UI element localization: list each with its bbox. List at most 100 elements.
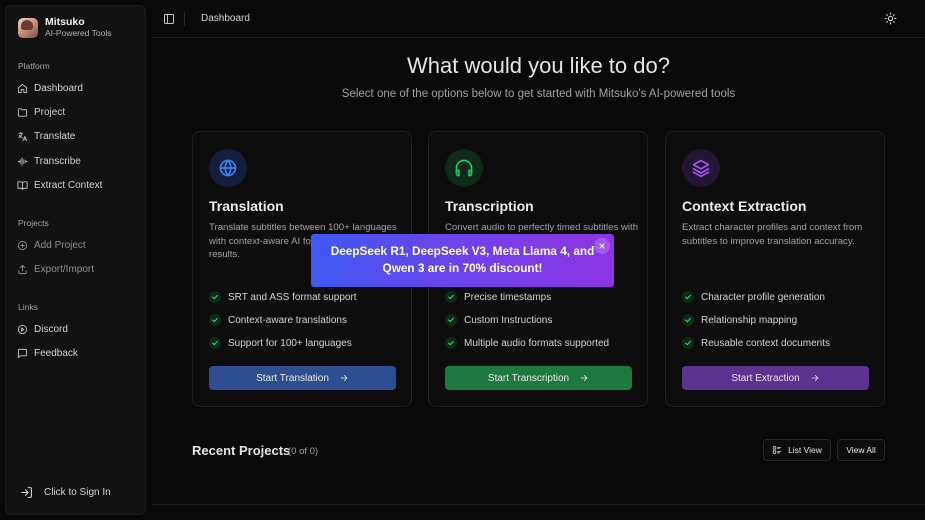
page-subtitle: Select one of the options below to get s… — [341, 88, 736, 100]
folder-icon — [17, 107, 28, 117]
sidebar-item-extract-context[interactable]: Extract Context — [17, 177, 102, 193]
promo-message: DeepSeek R1, DeepSeek V3, Meta Llama 4, … — [330, 244, 595, 275]
sidebar-item-label: Add Project — [34, 239, 86, 251]
feature-label: Relationship mapping — [701, 314, 798, 326]
card-icon-wrap — [445, 149, 483, 187]
brand-tagline: AI-Powered Tools — [45, 28, 112, 38]
button-label: Start Transcription — [487, 372, 570, 384]
section-label-projects: Projects — [18, 218, 49, 228]
check-icon — [209, 337, 221, 349]
feature-item: Reusable context documents — [682, 337, 830, 349]
button-label: Start Translation — [256, 372, 329, 384]
card-title: Transcription — [445, 198, 534, 214]
sidebar-item-label: Dashboard — [34, 82, 83, 94]
section-label-links: Links — [18, 302, 38, 312]
feature-item: SRT and ASS format support — [209, 291, 357, 303]
section-label-platform: Platform — [18, 61, 50, 71]
sidebar-item-feedback[interactable]: Feedback — [17, 345, 78, 361]
start-extraction-button[interactable]: Start Extraction — [682, 366, 869, 390]
check-icon — [445, 314, 457, 326]
sidebar-item-export-import[interactable]: Export/Import — [17, 261, 94, 277]
feature-item: Custom Instructions — [445, 314, 552, 326]
plus-circle-icon — [17, 240, 28, 250]
promo-banner: DeepSeek R1, DeepSeek V3, Meta Llama 4, … — [311, 234, 614, 287]
breadcrumb: Dashboard — [201, 13, 250, 24]
view-all-label: View All — [846, 445, 876, 455]
feature-label: SRT and ASS format support — [228, 291, 357, 303]
start-translation-button[interactable]: Start Translation — [209, 366, 396, 390]
globe-icon — [219, 159, 237, 177]
sidebar-item-add-project[interactable]: Add Project — [17, 237, 86, 253]
sign-in-label: Click to Sign In — [44, 487, 111, 498]
check-icon — [209, 291, 221, 303]
discord-icon — [17, 324, 28, 334]
list-view-label: List View — [788, 445, 822, 455]
sidebar-item-label: Transcribe — [34, 155, 81, 167]
book-open-icon — [17, 180, 28, 190]
arrow-right-icon — [580, 375, 588, 381]
feature-item: Context-aware translations — [209, 314, 347, 326]
feature-item: Multiple audio formats supported — [445, 337, 609, 349]
sidebar-toggle-icon[interactable] — [163, 13, 175, 25]
card-title: Context Extraction — [682, 198, 807, 214]
feature-label: Multiple audio formats supported — [464, 337, 610, 349]
sun-icon[interactable] — [884, 12, 897, 25]
check-icon — [682, 337, 694, 349]
feature-item: Character profile generation — [682, 291, 825, 303]
page-title: What would you like to do? — [407, 53, 670, 78]
sidebar-item-dashboard[interactable]: Dashboard — [17, 80, 83, 96]
card-title: Translation — [209, 198, 284, 214]
check-icon — [682, 314, 694, 326]
card-description: Extract character profiles and context f… — [682, 222, 863, 247]
check-icon — [445, 291, 457, 303]
feature-item: Precise timestamps — [445, 291, 551, 303]
audio-lines-icon — [17, 156, 28, 166]
recent-projects-count: (0 of 0) — [288, 446, 319, 457]
headphones-icon — [455, 159, 473, 177]
log-in-icon — [21, 487, 32, 498]
arrow-right-icon — [811, 375, 819, 381]
feature-label: Precise timestamps — [464, 291, 552, 303]
sidebar-item-label: Feedback — [34, 347, 78, 359]
sidebar-item-transcribe[interactable]: Transcribe — [17, 153, 81, 169]
feature-label: Context-aware translations — [228, 314, 347, 326]
card-icon-wrap — [209, 149, 247, 187]
top-bar: Dashboard — [152, 0, 925, 38]
recent-projects-title: Recent Projects — [192, 443, 291, 458]
home-icon — [17, 83, 28, 93]
check-icon — [209, 314, 221, 326]
divider — [152, 504, 925, 505]
sidebar: Mitsuko AI-Powered Tools Platform Dashbo… — [5, 5, 146, 515]
brand[interactable]: Mitsuko AI-Powered Tools — [18, 16, 111, 39]
languages-icon — [18, 131, 28, 141]
feature-item: Relationship mapping — [682, 314, 797, 326]
feature-label: Character profile generation — [701, 291, 825, 303]
feature-label: Support for 100+ languages — [228, 337, 352, 349]
sidebar-item-project[interactable]: Project — [17, 104, 65, 120]
feature-label: Reusable context documents — [701, 337, 830, 349]
sidebar-item-label: Extract Context — [34, 179, 103, 191]
sidebar-item-label: Translate — [34, 130, 76, 142]
feature-label: Custom Instructions — [464, 314, 553, 326]
list-icon — [772, 446, 782, 454]
avatar — [18, 17, 38, 38]
view-all-button[interactable]: View All — [837, 439, 885, 461]
sidebar-item-label: Export/Import — [34, 263, 95, 275]
button-label: Start Extraction — [731, 372, 800, 384]
arrow-right-icon — [340, 375, 348, 381]
sign-in-button[interactable]: Click to Sign In — [20, 486, 111, 499]
list-view-button[interactable]: List View — [763, 439, 831, 461]
check-icon — [682, 291, 694, 303]
divider — [184, 12, 185, 26]
sidebar-item-translate[interactable]: Translate — [17, 128, 75, 144]
check-icon — [445, 337, 457, 349]
sidebar-item-discord[interactable]: Discord — [17, 321, 68, 337]
sidebar-item-label: Discord — [34, 323, 68, 335]
upload-icon — [18, 264, 27, 274]
promo-close-button[interactable] — [594, 238, 610, 254]
card-context-extraction: Context Extraction Extract character pro… — [665, 131, 885, 407]
sidebar-item-label: Project — [34, 106, 66, 118]
brand-name: Mitsuko — [45, 16, 85, 28]
close-icon — [599, 243, 605, 249]
start-transcription-button[interactable]: Start Transcription — [445, 366, 632, 390]
